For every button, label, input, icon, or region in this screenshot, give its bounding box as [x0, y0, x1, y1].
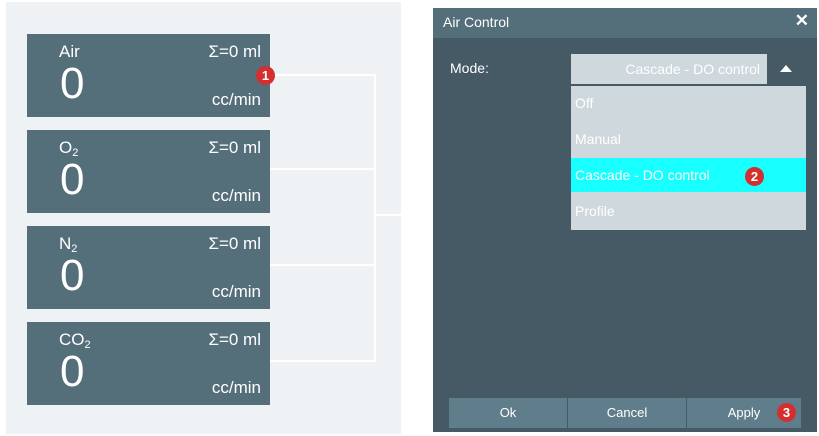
dialog-footer: Ok Cancel Apply [449, 398, 801, 428]
gas-card-o2[interactable]: O2 Σ=0 ml 0 cc/min [27, 130, 270, 213]
mode-option-profile[interactable]: Profile [571, 194, 806, 228]
connector-line [270, 360, 376, 362]
connector-line [270, 74, 376, 76]
connector-line [270, 264, 376, 266]
cancel-button[interactable]: Cancel [568, 398, 686, 428]
gas-flow-value: 0 [60, 251, 85, 300]
connector-line [374, 74, 376, 362]
step-marker-2: 2 [745, 167, 764, 186]
ok-button[interactable]: Ok [449, 398, 567, 428]
air-control-dialog: Air Control ✕ Mode: Cascade - DO control… [433, 8, 817, 432]
step-marker-1: 1 [256, 66, 275, 85]
mode-option-cascade[interactable]: Cascade - DO control [571, 158, 806, 192]
gas-flow-value: 0 [60, 59, 85, 108]
gas-flow-unit: cc/min [211, 186, 261, 205]
gas-flow-unit: cc/min [211, 378, 261, 397]
gas-total: Σ=0 ml [208, 234, 261, 253]
mode-option-off[interactable]: Off [571, 86, 806, 120]
connector-line [270, 168, 376, 170]
gas-card-n2[interactable]: N2 Σ=0 ml 0 cc/min [27, 226, 270, 309]
gas-flow-panel: Air Σ=0 ml 0 cc/min O2 Σ=0 ml 0 cc/min N… [6, 2, 401, 434]
gas-flow-value: 0 [60, 347, 85, 396]
mode-label: Mode: [450, 60, 489, 76]
mode-select[interactable]: Cascade - DO control [571, 54, 806, 84]
gas-total: Σ=0 ml [208, 330, 261, 349]
gas-card-air[interactable]: Air Σ=0 ml 0 cc/min [27, 34, 270, 117]
gas-total: Σ=0 ml [208, 42, 261, 61]
step-marker-3: 3 [777, 403, 796, 422]
gas-card-co2[interactable]: CO2 Σ=0 ml 0 cc/min [27, 322, 270, 405]
mode-select-value: Cascade - DO control [625, 61, 760, 77]
gas-flow-unit: cc/min [211, 282, 261, 301]
mode-options-list: Off Manual Cascade - DO control Profile [571, 86, 806, 230]
close-icon[interactable]: ✕ [795, 11, 809, 31]
caret-up-icon[interactable] [767, 54, 806, 84]
dialog-titlebar: Air Control ✕ [433, 8, 817, 38]
dialog-title: Air Control [443, 14, 510, 30]
mode-option-manual[interactable]: Manual [571, 122, 806, 156]
gas-total: Σ=0 ml [208, 138, 261, 157]
gas-flow-unit: cc/min [211, 90, 261, 109]
connector-line [374, 214, 401, 216]
gas-flow-value: 0 [60, 155, 85, 204]
